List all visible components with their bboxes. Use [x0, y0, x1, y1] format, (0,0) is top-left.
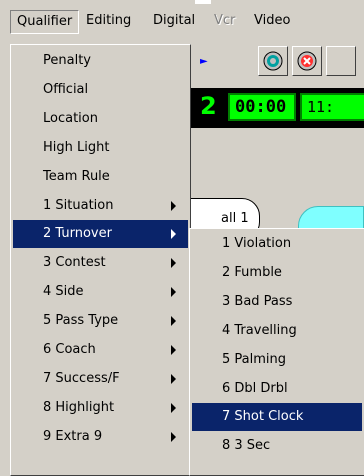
menu-item-label: 4 Side: [43, 284, 84, 300]
submenu-arrow-icon: [171, 316, 176, 327]
menu-item-label: 2 Turnover: [43, 226, 112, 242]
menu-item[interactable]: 3 Contest: [13, 249, 188, 277]
menu-item[interactable]: Official: [13, 76, 188, 104]
menu-item[interactable]: Team Rule: [13, 163, 188, 191]
menu-item[interactable]: 9 Extra 9: [13, 423, 188, 451]
clock-display: 00:00: [228, 93, 296, 121]
menu-item-label: High Light: [43, 139, 110, 155]
menu-item[interactable]: 8 3 Sec: [192, 432, 362, 460]
period-display: 2: [200, 91, 226, 121]
menu-item[interactable]: 1 Situation: [13, 192, 188, 220]
menu-item-label: 5 Pass Type: [43, 313, 119, 329]
menu-item[interactable]: 2 Turnover: [13, 220, 188, 249]
menu-item-label: 7 Success/F: [43, 370, 120, 386]
submenu-arrow-icon: [171, 229, 176, 240]
submenu-arrow-icon: [171, 287, 176, 298]
menu-qualifier[interactable]: Qualifier: [10, 10, 80, 34]
menu-item-label: 6 Dbl Drbl: [222, 380, 288, 396]
menu-item[interactable]: 7 Shot Clock: [192, 403, 362, 432]
menu-item-label: 3 Contest: [43, 255, 106, 271]
submenu-arrow-icon: [171, 200, 176, 211]
menu-item[interactable]: 8 Highlight: [13, 394, 188, 422]
menu-item-label: 7 Shot Clock: [222, 409, 304, 425]
turnover-submenu: 1 Violation 2 Fumble 3 Bad Pass 4 Travellin…: [189, 228, 364, 476]
submenu-arrow-icon: [171, 258, 176, 269]
menu-item[interactable]: High Light: [13, 134, 188, 162]
menu-item[interactable]: 4 Travelling: [192, 317, 362, 345]
menu-item[interactable]: 3 Bad Pass: [192, 288, 362, 316]
menu-item-label: 1 Violation: [222, 236, 292, 251]
menu-vcr[interactable]: Vcr: [208, 10, 241, 32]
time-display: 11:: [300, 93, 364, 121]
menu-video[interactable]: Video: [248, 10, 296, 32]
menu-item-label: 8 3 Sec: [222, 438, 271, 454]
menu-item[interactable]: 5 Pass Type: [13, 307, 188, 335]
qualifier-menu: Penalty Official Location High Light Team Ru…: [10, 44, 191, 476]
menu-item-label: Official: [43, 81, 89, 97]
menu-digital[interactable]: Digital: [147, 10, 201, 32]
menu-item[interactable]: 7 Success/F: [13, 365, 188, 393]
menu-item[interactable]: 5 Palming: [192, 346, 362, 374]
menu-item-label: 9 Extra 9: [43, 428, 103, 444]
menu-item-label: 1 Situation: [43, 197, 114, 213]
toolbar-button-partial[interactable]: [326, 46, 356, 76]
menu-item-label: 5 Palming: [222, 351, 287, 367]
menu-item-label: 2 Fumble: [222, 264, 282, 280]
arrow-indicator-icon: ►: [200, 56, 208, 67]
menu-item-label: Team Rule: [43, 168, 110, 184]
menu-item[interactable]: Penalty: [13, 47, 188, 75]
cancel-icon: [297, 51, 317, 71]
target-icon: [263, 51, 283, 71]
menu-item-label: 8 Highlight: [43, 399, 115, 415]
menu-bar: Qualifier Editing Digital Vcr Video: [0, 6, 364, 36]
menu-item-label: 4 Travelling: [222, 322, 297, 338]
menu-item-label: 3 Bad Pass: [222, 293, 293, 309]
submenu-arrow-icon: [171, 431, 176, 442]
menu-item-label: Location: [43, 110, 98, 126]
menu-editing[interactable]: Editing: [80, 10, 137, 32]
menu-item[interactable]: 6 Dbl Drbl: [192, 375, 362, 403]
record-button[interactable]: [258, 46, 288, 76]
menu-item[interactable]: 2 Fumble: [192, 259, 362, 287]
submenu-arrow-icon: [171, 373, 176, 384]
menu-item[interactable]: 1 Violation: [192, 230, 362, 258]
menu-item[interactable]: Location: [13, 105, 188, 133]
menu-item[interactable]: 4 Side: [13, 278, 188, 306]
menu-item-label: 6 Coach: [43, 342, 96, 357]
menu-item-label: Penalty: [43, 53, 91, 68]
submenu-arrow-icon: [171, 345, 176, 355]
submenu-arrow-icon: [171, 402, 176, 413]
stop-button[interactable]: [292, 46, 322, 76]
menu-item[interactable]: 6 Coach: [13, 336, 188, 364]
